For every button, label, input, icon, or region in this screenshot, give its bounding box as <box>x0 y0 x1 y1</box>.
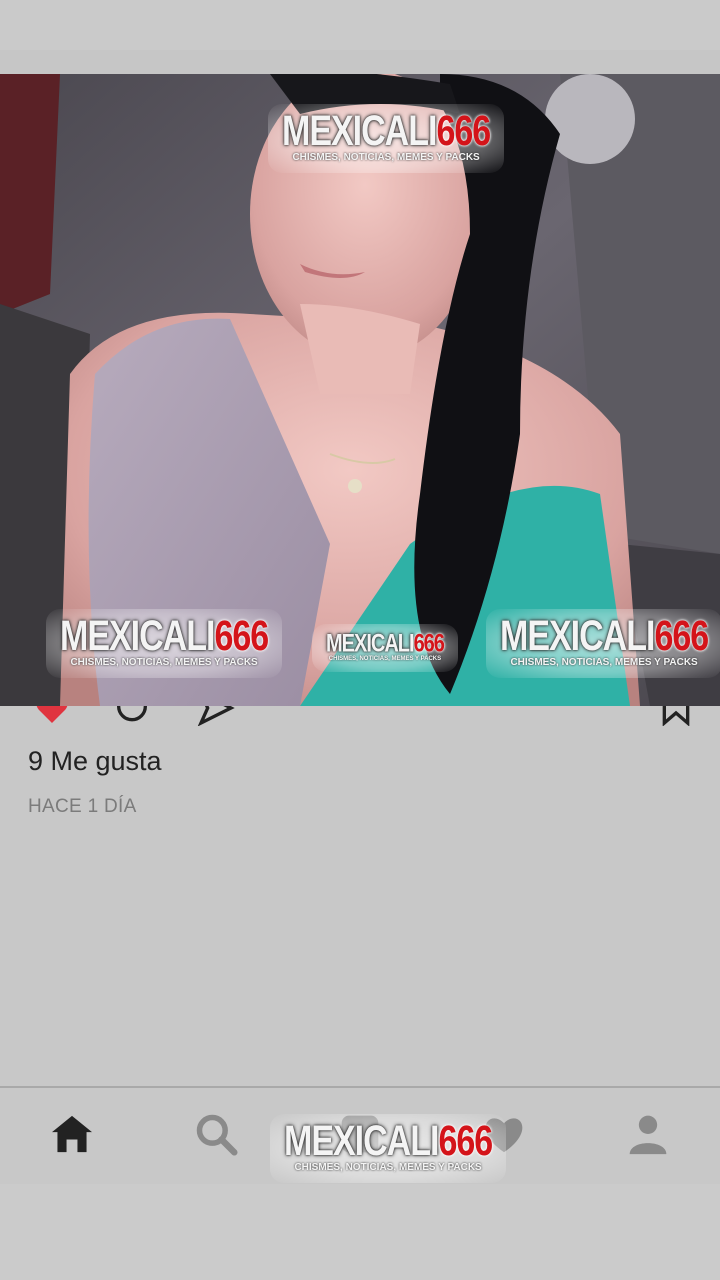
watermark-top: MEXICALI666 CHISMES, NOTICIAS, MEMES Y P… <box>268 104 505 173</box>
header-bar <box>0 50 720 74</box>
watermark-bottom-center: MEXICALI666 CHISMES, NOTICIAS, MEMES Y P… <box>312 624 458 672</box>
profile-icon <box>629 1115 667 1155</box>
watermark-bottom-nav: MEXICALI666 CHISMES, NOTICIAS, MEMES Y P… <box>270 1114 507 1183</box>
heart-filled-icon[interactable] <box>30 706 74 726</box>
search-icon <box>196 1114 238 1156</box>
post-photo[interactable]: MEXICALI666 CHISMES, NOTICIAS, MEMES Y P… <box>0 74 720 706</box>
system-nav-area <box>0 1184 720 1280</box>
post-actions <box>0 706 720 726</box>
bookmark-icon[interactable] <box>656 706 696 726</box>
status-bar <box>0 0 720 50</box>
nav-profile[interactable] <box>624 1110 672 1158</box>
nav-search[interactable] <box>192 1110 240 1158</box>
nav-home[interactable] <box>48 1110 96 1158</box>
likes-count[interactable]: 9 Me gusta <box>28 746 162 777</box>
home-icon <box>52 1115 92 1153</box>
send-icon[interactable] <box>196 706 236 726</box>
watermark-bottom-right: MEXICALI666 CHISMES, NOTICIAS, MEMES Y P… <box>486 609 720 678</box>
comment-icon[interactable] <box>110 706 154 726</box>
watermark-bottom-left: MEXICALI666 CHISMES, NOTICIAS, MEMES Y P… <box>46 609 283 678</box>
screen: MEXICALI666 CHISMES, NOTICIAS, MEMES Y P… <box>0 0 720 1280</box>
post-timestamp: HACE 1 DÍA <box>28 796 137 817</box>
